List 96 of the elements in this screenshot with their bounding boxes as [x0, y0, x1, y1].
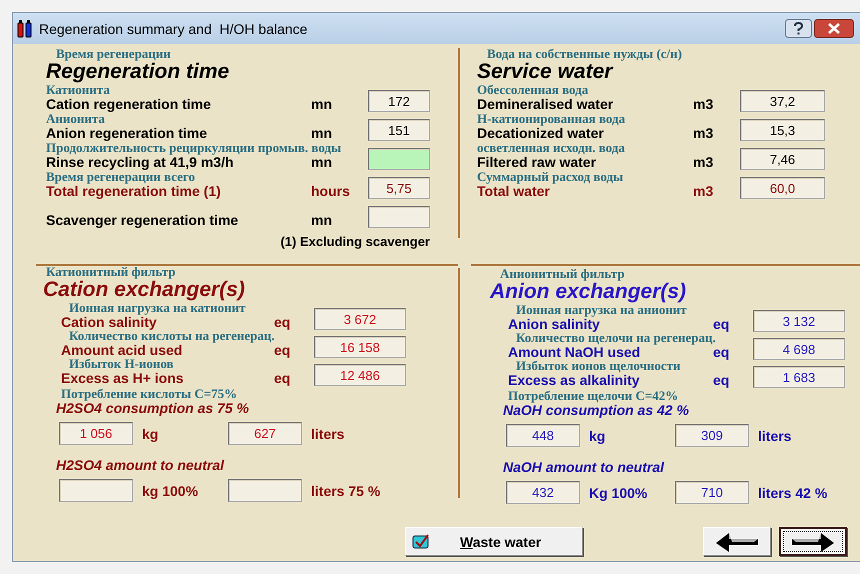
value-field: 7,46	[740, 148, 825, 170]
window-title: Regeneration summary and H/OH balance	[39, 20, 308, 36]
field-label: Anion regeneration time	[46, 125, 208, 141]
help-icon[interactable]	[785, 19, 812, 38]
field-label: Total regeneration time (1)	[46, 183, 222, 199]
caption-text: Обессоленная вода	[477, 84, 590, 96]
unit-label: eq	[713, 344, 730, 360]
unit-label: kg 100%	[142, 482, 200, 498]
value-field: 12 486	[314, 364, 406, 386]
unit-label: kg	[589, 428, 606, 444]
value-field: 15,3	[740, 119, 825, 141]
heading-caption: Анионитный фильтр	[499, 268, 626, 280]
value-field: 710	[675, 481, 749, 504]
unit-label: m3	[693, 125, 714, 141]
section-title: Cation exchanger(s)	[43, 278, 246, 302]
caption-text: Н-катионированная вода	[477, 113, 626, 125]
unit-label: liters	[311, 426, 346, 442]
checklist-icon	[412, 534, 430, 549]
unit-label: eq	[274, 342, 292, 358]
section-title: Service water	[477, 60, 614, 84]
unit-label: m3	[693, 154, 714, 170]
caption-text: Суммарный расход воды	[477, 171, 624, 183]
heading-caption: Вода на собственные нужды (с/н)	[486, 48, 683, 60]
value-field: 5,75	[368, 177, 430, 199]
caption-text: Потребление кислоты С=75%	[60, 388, 238, 400]
value-field: 172	[368, 90, 430, 112]
value-field: 4 698	[753, 338, 845, 360]
field-label: Scavenger regeneration time	[46, 212, 240, 228]
field-label: Total water	[477, 183, 551, 199]
heading-caption: Время регенерации	[55, 48, 172, 60]
subsection-title: H2SO4 amount to neutral	[55, 457, 226, 473]
subsection-title: NaOH amount to neutral	[502, 459, 666, 475]
caption-text: осветленная исходн. вода	[477, 142, 626, 154]
value-field: 37,2	[740, 90, 825, 112]
section-title: Anion exchanger(s)	[490, 280, 688, 304]
unit-label: eq	[713, 316, 730, 332]
unit-label: eq	[274, 370, 292, 386]
caption-text: Ионная нагрузка на анионит	[515, 304, 688, 316]
waste-water-button[interactable]: Waste water	[405, 527, 583, 556]
unit-label: eq	[713, 372, 730, 388]
caption-text: Ионная нагрузка на катионит	[68, 302, 247, 314]
value-field: 309	[675, 424, 749, 447]
value-field: 3 672	[314, 308, 406, 330]
caption-text: Избыток ионов щелочности	[515, 360, 682, 372]
unit-label: mn	[311, 154, 332, 170]
caption-text: Избыток Н-ионов	[68, 358, 175, 370]
field-label: Rinse recycling at 41,9 m3/h	[46, 154, 234, 170]
field-label: Amount NaOH used	[508, 344, 642, 360]
heading-caption: Катионитный фильтр	[45, 266, 176, 278]
section-title: Regeneration time	[46, 60, 230, 84]
value-field: 627	[228, 422, 302, 445]
value-field: 151	[368, 119, 430, 141]
right-arrow-icon	[790, 530, 836, 552]
field-label: Anion salinity	[508, 316, 600, 332]
value-field: 448	[506, 424, 580, 447]
caption-text: Количество кислоты на регенерац.	[68, 330, 275, 342]
app-icon	[17, 20, 33, 38]
field-label: Decationized water	[477, 125, 604, 141]
unit-label: mn	[311, 212, 333, 228]
forward-button[interactable]	[779, 527, 847, 556]
field-label: Excess as alkalinity	[508, 372, 640, 388]
caption-text: Анионита	[46, 113, 105, 125]
close-icon[interactable]	[814, 19, 854, 38]
value-field: 16 158	[314, 336, 406, 358]
unit-label: mn	[311, 125, 333, 141]
value-field: 432	[506, 481, 580, 504]
unit-label: hours	[311, 183, 351, 199]
subsection-title: NaOH consumption as 42 %	[502, 402, 690, 418]
field-label: Excess as H+ ions	[61, 370, 185, 386]
left-arrow-icon	[714, 530, 760, 552]
field-label: Cation salinity	[61, 314, 157, 330]
unit-label: mn	[311, 96, 333, 112]
footnote-text: (1) Excluding scavenger	[279, 234, 430, 249]
value-field: 1 683	[753, 366, 845, 388]
value-field: 1 056	[59, 422, 133, 445]
unit-label: Kg 100%	[589, 484, 648, 500]
unit-label: liters 42 %	[758, 484, 828, 500]
caption-text: Продолжительность рециркуляции промыв. воды	[46, 142, 342, 154]
unit-label: liters	[758, 428, 792, 444]
unit-label: kg	[142, 426, 160, 442]
value-field: 3 132	[753, 310, 845, 332]
caption-text: Потребление щелочи С=42%	[507, 390, 680, 402]
value-field: 60,0	[740, 177, 825, 199]
unit-label: m3	[693, 96, 714, 112]
caption-text: Время регенерации всего	[46, 171, 195, 183]
caption-text: Количество щелочи на регенерац.	[515, 332, 716, 344]
field-label: Filtered raw water	[477, 154, 598, 170]
unit-label: m3	[693, 183, 714, 199]
unit-label: liters 75 %	[311, 482, 382, 498]
field-label: Amount acid used	[61, 342, 184, 358]
unit-label: eq	[274, 314, 292, 330]
caption-text: Катионита	[46, 84, 110, 96]
back-button[interactable]	[703, 527, 771, 556]
subsection-title: H2SO4 consumption as 75 %	[55, 400, 250, 416]
field-label: Demineralised water	[477, 96, 614, 112]
field-label: Cation regeneration time	[46, 96, 212, 112]
